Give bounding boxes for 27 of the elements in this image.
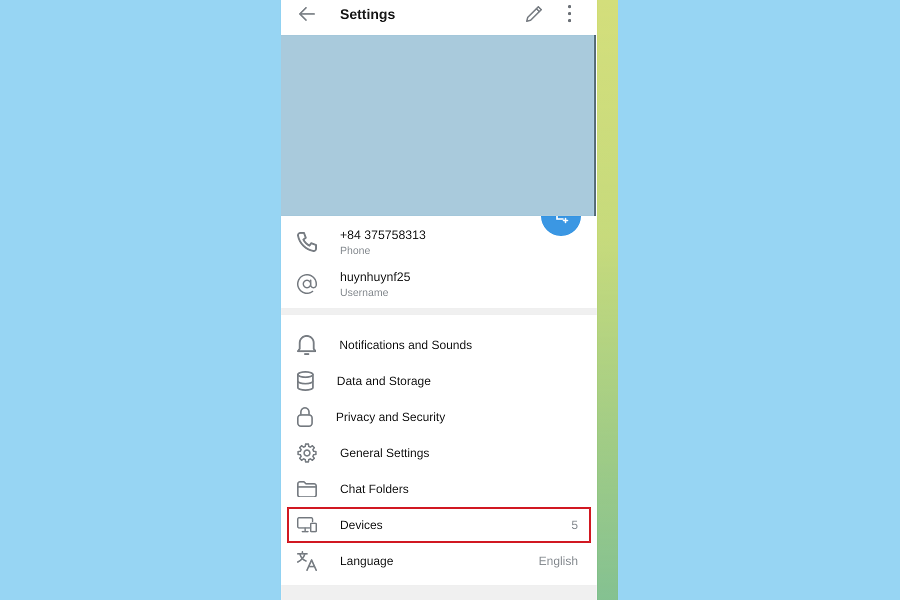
settings-item[interactable]: Chat Folders	[287, 471, 591, 507]
folder-icon	[297, 480, 317, 498]
back-button[interactable]	[296, 4, 318, 24]
database-icon	[297, 371, 314, 391]
add-photo-icon	[556, 216, 568, 224]
lock-icon	[297, 407, 313, 427]
settings-item[interactable]: Devices 5	[287, 507, 591, 543]
pencil-icon	[526, 6, 542, 22]
phone-icon	[297, 232, 317, 252]
screen-title: Settings	[340, 6, 396, 22]
gear-icon	[297, 443, 317, 463]
profile-field-label: Username	[340, 286, 390, 300]
profile-value: +84 375758313	[340, 226, 426, 244]
devices-icon	[297, 517, 317, 533]
add-photo-button[interactable]	[541, 216, 581, 236]
translate-icon	[297, 551, 317, 571]
settings-item[interactable]: Language English	[287, 543, 591, 579]
at-sign-icon	[297, 274, 317, 294]
back-arrow-icon	[299, 7, 315, 21]
settings-item[interactable]: General Settings	[287, 435, 591, 471]
settings-item[interactable]: Notifications and Sounds	[287, 327, 591, 363]
profile-value: huynhuynf25	[340, 268, 410, 286]
bell-icon	[297, 335, 316, 355]
settings-item[interactable]: Privacy and Security	[287, 399, 591, 435]
settings-item[interactable]: Data and Storage	[287, 363, 591, 399]
more-vertical-icon	[568, 5, 571, 23]
profile-field-label: Phone	[340, 244, 372, 258]
